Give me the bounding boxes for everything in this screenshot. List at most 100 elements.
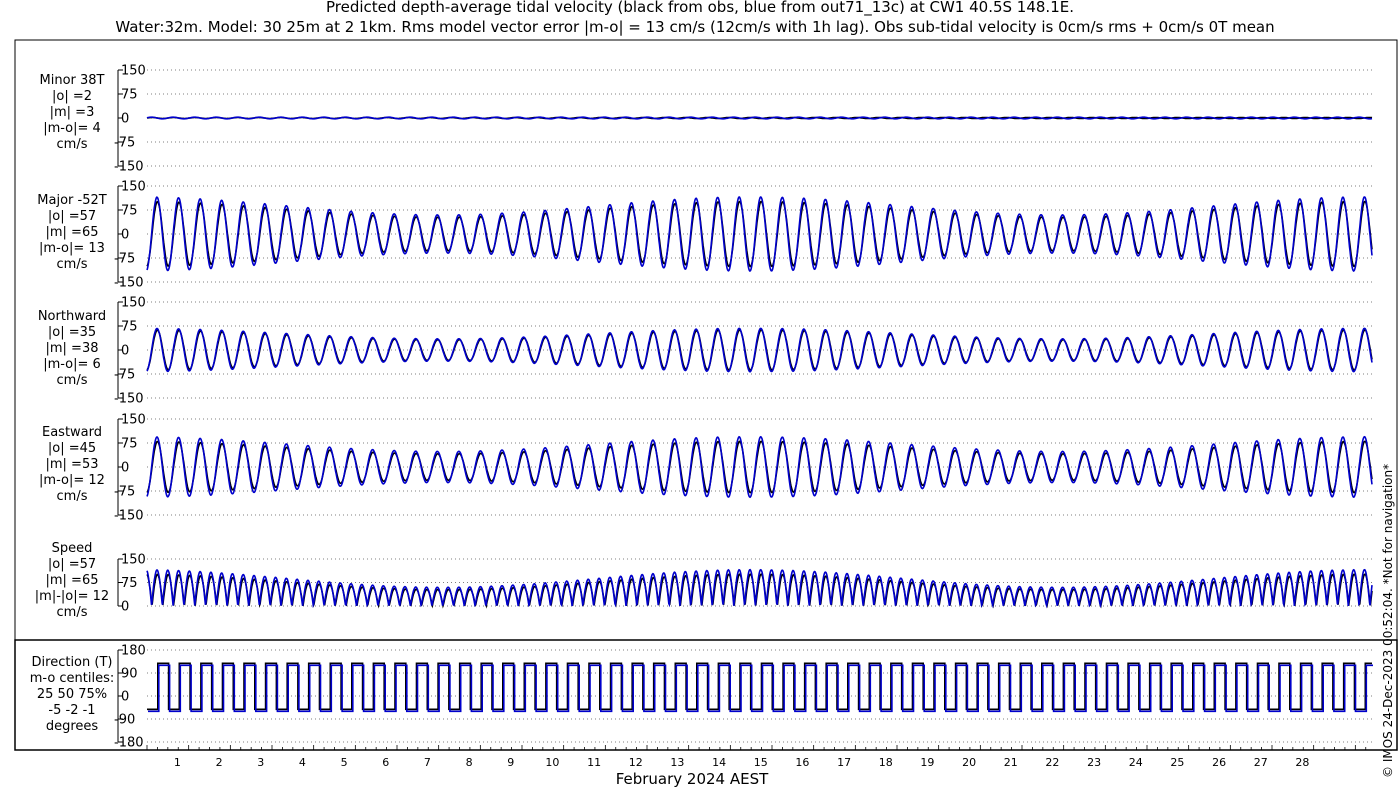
y-tick-label: 180: [121, 644, 146, 659]
x-tick-label: 14: [712, 756, 726, 769]
x-tick-label: 8: [466, 756, 473, 769]
y-tick-label: -150: [114, 276, 144, 291]
y-tick-label: 150: [121, 64, 146, 79]
y-tick-label: -180: [114, 736, 144, 751]
x-tick-label: 26: [1212, 756, 1226, 769]
panel-minor: 150 75 0 -75 -150 Minor 38T|o| =2|m| =3|m-o|=…: [40, 64, 1373, 175]
x-tick-label: 20: [962, 756, 976, 769]
series-model: [148, 664, 1373, 713]
y-tick-label: -75: [114, 136, 135, 151]
y-tick-label: 0: [121, 690, 129, 705]
y-tick-label: -75: [114, 252, 135, 267]
x-tick-label: 10: [545, 756, 559, 769]
panel-stat-label: |m-o|= 13: [39, 241, 105, 256]
panel-stat-label: cm/s: [57, 605, 88, 620]
y-tick-label: -90: [114, 713, 135, 728]
x-tick-label: 11: [587, 756, 601, 769]
panel-stat-label: -5 -2 -1: [48, 703, 95, 718]
panel-stat-label: Northward: [38, 309, 106, 324]
panel-stat-label: |m| =65: [46, 225, 99, 240]
chart-title-line2: Water:32m. Model: 30 25m at 2 1km. Rms m…: [115, 18, 1274, 36]
panel-stat-label: |m| =3: [50, 105, 95, 120]
y-tick-label: 150: [121, 296, 146, 311]
y-tick-label: 90: [121, 667, 138, 682]
panel-stat-label: |m|-|o|= 12: [35, 589, 109, 604]
panel-stat-label: |o| =57: [48, 557, 96, 572]
panel-stat-label: degrees: [46, 719, 99, 734]
x-tick-label: 18: [879, 756, 893, 769]
tidal-velocity-chart: Predicted depth-average tidal velocity (…: [14, 0, 1398, 788]
y-tick-label: 75: [121, 437, 138, 452]
y-tick-label: 0: [121, 228, 129, 243]
y-tick-label: 0: [121, 344, 129, 359]
y-tick-label: 150: [121, 180, 146, 195]
y-tick-label: 75: [121, 88, 138, 103]
x-tick-label: 24: [1129, 756, 1143, 769]
panel-stat-label: Speed: [52, 541, 93, 556]
x-tick-label: 13: [670, 756, 684, 769]
x-tick-label: 4: [299, 756, 306, 769]
x-tick-label: 21: [1004, 756, 1018, 769]
panel-stat-label: |m| =53: [46, 457, 99, 472]
panel-stat-label: |o| =2: [52, 89, 92, 104]
x-tick-label: 6: [382, 756, 389, 769]
y-tick-label: -75: [114, 485, 135, 500]
x-tick-label: 12: [629, 756, 643, 769]
panel-stat-label: |o| =57: [48, 209, 96, 224]
panel-stat-label: |o| =35: [48, 325, 96, 340]
x-tick-label: 28: [1295, 756, 1309, 769]
x-tick-label: 5: [341, 756, 348, 769]
y-tick-label: -150: [114, 392, 144, 407]
y-tick-label: 75: [121, 320, 138, 335]
x-tick-label: 7: [424, 756, 431, 769]
panel-northward: 150 75 0 -75 -150 Northward|o| =35|m| =38|m-o…: [38, 296, 1373, 407]
x-tick-label: 27: [1254, 756, 1268, 769]
panel-stat-label: |m| =38: [46, 341, 99, 356]
x-tick-label: 9: [507, 756, 514, 769]
panel-stat-label: |m-o|= 12: [39, 473, 105, 488]
y-tick-label: -75: [114, 368, 135, 383]
copyright-note: © IMOS 24-Dec-2023 00:52:04. *Not for na…: [1381, 464, 1395, 778]
panels-group: 150750-75-150Minor 38T|o| =2|m| =3|m-o|=…: [30, 64, 1373, 751]
y-tick-label: 75: [121, 204, 138, 219]
panel-stat-label: cm/s: [57, 373, 88, 388]
panel-stat-label: |m-o|= 4: [43, 121, 101, 136]
panel-stat-label: Major -52T: [37, 193, 106, 208]
panel-stat-label: 25 50 75%: [37, 687, 107, 702]
x-tick-label: 25: [1170, 756, 1184, 769]
panel-eastward: 150 75 0 -75 -150 Eastward|o| =45|m| =53|m-o|…: [39, 413, 1373, 524]
x-tick-label: 2: [216, 756, 223, 769]
x-tick-label: 22: [1045, 756, 1059, 769]
x-axis: 1 2 3 4 5 6 7 8 9 10 11 12 13 14 15 16 17 18 19 20 21 22 23 24 2…: [146, 745, 1367, 769]
x-tick-label: 19: [920, 756, 934, 769]
panel-stat-label: |m| =65: [46, 573, 99, 588]
panel-speed: 150 75 0 Speed|o| =57|m| =65|m|-|o|= 12cm/s: [35, 541, 1373, 620]
y-tick-label: -150: [114, 509, 144, 524]
panel-stat-label: |o| =45: [48, 441, 96, 456]
panel-major: 150 75 0 -75 -150 Major -52T|o| =57|m| =65|m-…: [37, 180, 1373, 291]
y-tick-label: 75: [121, 576, 138, 591]
x-tick-label: 3: [257, 756, 264, 769]
y-tick-label: 0: [121, 600, 129, 615]
panel-stat-label: Minor 38T: [40, 73, 105, 88]
x-tick-label: 1: [174, 756, 181, 769]
y-tick-label: 0: [121, 112, 129, 127]
x-tick-label: 17: [837, 756, 851, 769]
x-tick-label: 23: [1087, 756, 1101, 769]
y-tick-label: 150: [121, 413, 146, 428]
chart-title-line1: Predicted depth-average tidal velocity (…: [326, 0, 1074, 17]
x-tick-label: 15: [754, 756, 768, 769]
y-tick-label: -150: [114, 160, 144, 175]
y-tick-label: 0: [121, 461, 129, 476]
panel-stat-label: Direction (T): [32, 655, 113, 670]
y-tick-label: 150: [121, 553, 146, 568]
panel-stat-label: |m-o|= 6: [43, 357, 101, 372]
panel-direction: 180 90 0 -90 -180 Direction (T)m-o centiles:2…: [30, 644, 1373, 751]
panel-stat-label: m-o centiles:: [30, 671, 115, 686]
x-axis-label: February 2024 AEST: [616, 770, 769, 788]
panel-stat-label: cm/s: [57, 489, 88, 504]
panel-stat-label: cm/s: [57, 257, 88, 272]
x-tick-label: 16: [795, 756, 809, 769]
panel-stat-label: cm/s: [57, 137, 88, 152]
panel-stat-label: Eastward: [42, 425, 102, 440]
